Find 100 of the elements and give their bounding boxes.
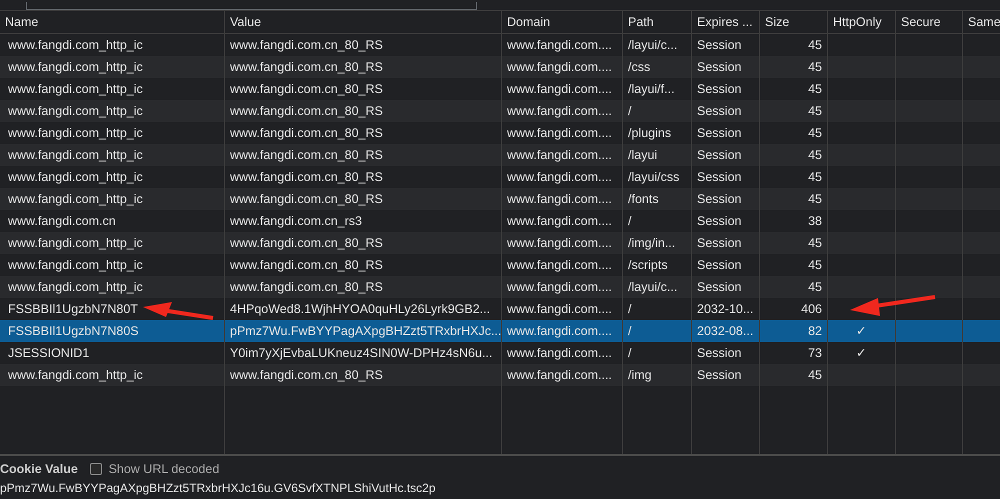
- table-cell-text: 82: [808, 322, 822, 340]
- table-cell-text: Session: [697, 344, 742, 362]
- table-cell-text: www.fangdi.com....: [507, 234, 612, 252]
- table-cell-text: 45: [808, 36, 822, 54]
- column-header[interactable]: Size: [765, 12, 790, 32]
- table-cell-text: /layui/css: [628, 168, 680, 186]
- table-cell-text: /scripts: [628, 256, 668, 274]
- table-cell-text: 45: [808, 58, 822, 76]
- table-cell-text: 45: [808, 146, 822, 164]
- column-header[interactable]: Secure: [901, 12, 941, 32]
- cookie-row[interactable]: www.fangdi.com_http_ic www.fangdi.com.cn_80_RS www.fangdi.com.... /fonts Session 45: [0, 188, 1000, 210]
- table-cell-text: www.fangdi.com_http_ic: [8, 168, 143, 186]
- table-cell-text: Session: [697, 80, 742, 98]
- column-header[interactable]: HttpOnly: [833, 12, 882, 32]
- table-cell-text: 45: [808, 190, 822, 208]
- table-cell-text: 73: [808, 344, 822, 362]
- annotation-arrow: [143, 302, 214, 320]
- table-cell-text: /layui/c...: [628, 278, 678, 296]
- table-cell-text: 2032-10...: [697, 300, 754, 318]
- table-cell-text: Session: [697, 256, 742, 274]
- table-cell-text: www.fangdi.com....: [507, 124, 612, 142]
- table-cell-text: pPmz7Wu.FwBYYPagAXpgBHZzt5TRxbrHXJc...: [230, 322, 501, 340]
- cookie-row[interactable]: www.fangdi.com_http_ic www.fangdi.com.cn_80_RS www.fangdi.com.... / Session 45: [0, 100, 1000, 122]
- table-cell-text: Session: [697, 102, 742, 120]
- table-cell-text: Session: [697, 278, 742, 296]
- table-cell-text: www.fangdi.com_http_ic: [8, 80, 143, 98]
- table-cell-text: www.fangdi.com....: [507, 344, 612, 362]
- table-cell-text: 45: [808, 366, 822, 384]
- table-cell-text: 2032-08...: [697, 322, 754, 340]
- table-cell-text: Session: [697, 234, 742, 252]
- table-cell-text: 4HPqoWed8.1WjhHYOA0quHLy26Lyrk9GB2...: [230, 300, 490, 318]
- table-cell-text: www.fangdi.com.cn_80_RS: [230, 278, 383, 296]
- table-cell-text: Session: [697, 190, 742, 208]
- table-cell-text: www.fangdi.com_http_ic: [8, 146, 143, 164]
- table-cell-text: www.fangdi.com....: [507, 168, 612, 186]
- table-cell-text: www.fangdi.com....: [507, 322, 612, 340]
- column-header[interactable]: Path: [628, 12, 654, 32]
- table-cell-text: FSSBBIl1UgzbN7N80T: [8, 300, 138, 318]
- check-mark: ✓: [856, 322, 867, 340]
- table-cell-text: Session: [697, 366, 742, 384]
- table-cell-text: /layui/f...: [628, 80, 675, 98]
- table-cell-text: www.fangdi.com_http_ic: [8, 36, 143, 54]
- column-header[interactable]: Name: [5, 12, 38, 32]
- filter-field[interactable]: [26, 2, 477, 10]
- table-cell-text: www.fangdi.com....: [507, 256, 612, 274]
- panel-title: Cookie Value: [0, 460, 78, 478]
- url-decode-checkbox[interactable]: Show URL decoded: [90, 460, 220, 478]
- table-cell-text: www.fangdi.com.cn_rs3: [230, 212, 362, 230]
- table-cell-text: 45: [808, 234, 822, 252]
- table-cell-text: FSSBBIl1UgzbN7N80S: [8, 322, 139, 340]
- column-header[interactable]: Domain: [507, 12, 550, 32]
- table-cell-text: www.fangdi.com.cn_80_RS: [230, 234, 383, 252]
- column-header[interactable]: Value: [230, 12, 262, 32]
- table-cell-text: www.fangdi.com.cn_80_RS: [230, 190, 383, 208]
- table-cell-text: www.fangdi.com.cn_80_RS: [230, 168, 383, 186]
- table-cell-text: Session: [697, 124, 742, 142]
- table-cell-text: /img/in...: [628, 234, 676, 252]
- table-cell-text: 45: [808, 102, 822, 120]
- column-header[interactable]: Expires ...: [697, 12, 753, 32]
- table-cell-text: /plugins: [628, 124, 672, 142]
- table-cell-text: /: [628, 322, 632, 340]
- table-cell-text: /: [628, 212, 632, 230]
- column-header[interactable]: Same: [968, 12, 1000, 32]
- table-cell-text: www.fangdi.com_http_ic: [8, 366, 143, 384]
- table-cell-text: 45: [808, 124, 822, 142]
- table-cell-text: /layui: [628, 146, 658, 164]
- cookie-row[interactable]: www.fangdi.com_http_ic www.fangdi.com.cn_80_RS www.fangdi.com.... /layui/c... Session 45: [0, 276, 1000, 298]
- table-cell-text: www.fangdi.com....: [507, 36, 612, 54]
- table-cell-text: /: [628, 102, 632, 120]
- table-cell-text: www.fangdi.com_http_ic: [8, 58, 143, 76]
- table-cell-text: 45: [808, 168, 822, 186]
- table-cell-text: www.fangdi.com....: [507, 146, 612, 164]
- table-cell-text: JSESSIONID1: [8, 344, 90, 362]
- cookie-row[interactable]: www.fangdi.com_http_ic www.fangdi.com.cn_80_RS www.fangdi.com.... /img Session 45: [0, 364, 1000, 386]
- table-cell-text: Session: [697, 212, 742, 230]
- table-cell-text: 45: [808, 80, 822, 98]
- table-cell-text: www.fangdi.com....: [507, 190, 612, 208]
- table-cell-text: www.fangdi.com....: [507, 366, 612, 384]
- table-cell-text: /: [628, 344, 632, 362]
- table-cell-text: www.fangdi.com....: [507, 300, 612, 318]
- cookie-row[interactable]: www.fangdi.com_http_ic www.fangdi.com.cn_80_RS www.fangdi.com.... /layui Session 45: [0, 144, 1000, 166]
- cookie-row[interactable]: www.fangdi.com_http_ic www.fangdi.com.cn_80_RS www.fangdi.com.... /img/in... Session 45: [0, 232, 1000, 254]
- table-cell-text: www.fangdi.com_http_ic: [8, 278, 143, 296]
- table-cell-text: www.fangdi.com....: [507, 212, 612, 230]
- table-cell-text: www.fangdi.com.cn_80_RS: [230, 58, 383, 76]
- table-cell-text: www.fangdi.com_http_ic: [8, 102, 143, 120]
- table-cell-text: 45: [808, 256, 822, 274]
- cookie-value-text: pPmz7Wu.FwBYYPagAXpgBHZzt5TRxbrHXJc16u.GV6SvfXTNPLShiVutHc.tsc2p: [0, 481, 436, 496]
- table-cell-text: www.fangdi.com_http_ic: [8, 124, 143, 142]
- table-cell-text: /: [628, 300, 632, 318]
- table-cell-text: www.fangdi.com.cn_80_RS: [230, 124, 383, 142]
- cookie-row[interactable]: FSSBBIl1UgzbN7N80S pPmz7Wu.FwBYYPagAXpgBHZzt5TRxbrHXJc... www.fangdi.com.... / 2032-08... 82 ✓: [0, 320, 1000, 342]
- cookie-row[interactable]: www.fangdi.com_http_ic www.fangdi.com.cn_80_RS www.fangdi.com.... /css Session 45: [0, 56, 1000, 78]
- check-mark: ✓: [856, 344, 867, 362]
- table-cell-text: /layui/c...: [628, 36, 678, 54]
- table-cell-text: www.fangdi.com.cn_80_RS: [230, 256, 383, 274]
- table-cell-text: www.fangdi.com....: [507, 80, 612, 98]
- table-cell-text: www.fangdi.com_http_ic: [8, 190, 143, 208]
- table-cell-text: 45: [808, 278, 822, 296]
- table-cell-text: www.fangdi.com....: [507, 278, 612, 296]
